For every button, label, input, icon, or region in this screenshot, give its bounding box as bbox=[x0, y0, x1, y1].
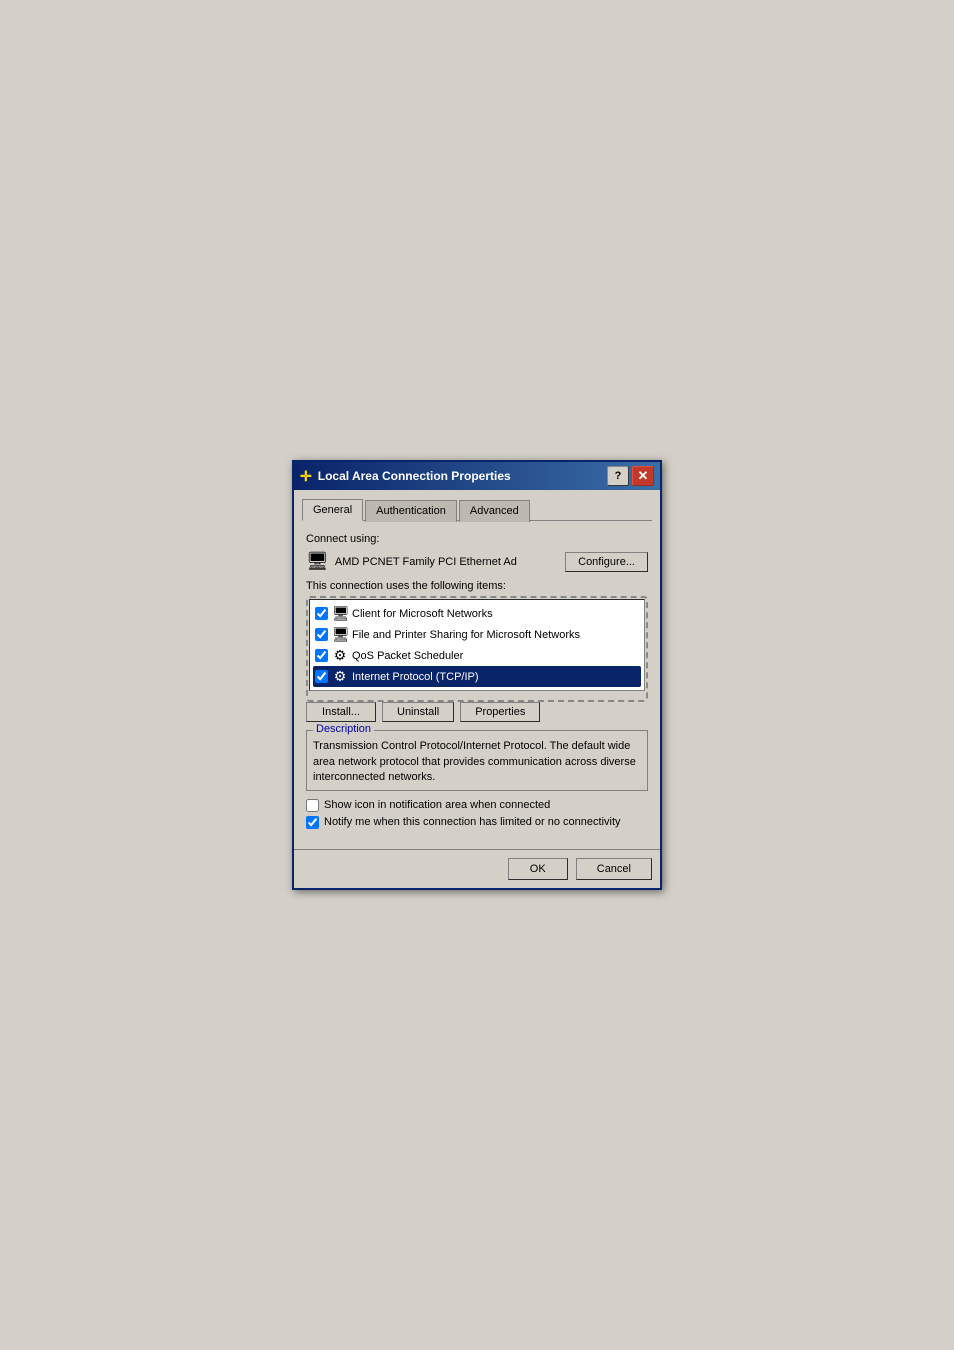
items-list-border: 🖥 Client for Microsoft Networks 🖥 File a… bbox=[306, 596, 648, 702]
item3-label: QoS Packet Scheduler bbox=[352, 650, 463, 662]
local-area-connection-dialog: ✛ Local Area Connection Properties ? ✕ G… bbox=[292, 460, 662, 889]
tcpip-icon: ⚙ bbox=[332, 668, 348, 685]
adapter-name: AMD PCNET Family PCI Ethernet Ad bbox=[335, 556, 559, 568]
network-connection-icon: ✛ bbox=[300, 468, 312, 485]
notify-row: Notify me when this connection has limit… bbox=[306, 816, 648, 829]
dialog-footer: OK Cancel bbox=[294, 849, 660, 888]
action-buttons: Install... Uninstall Properties bbox=[306, 702, 648, 722]
description-legend: Description bbox=[313, 723, 374, 735]
item4-label: Internet Protocol (TCP/IP) bbox=[352, 671, 479, 683]
tab-advanced[interactable]: Advanced bbox=[459, 500, 530, 522]
item2-checkbox[interactable] bbox=[315, 628, 328, 641]
item3-checkbox[interactable] bbox=[315, 649, 328, 662]
list-item[interactable]: 🖥 Client for Microsoft Networks bbox=[313, 603, 641, 624]
item1-label: Client for Microsoft Networks bbox=[352, 608, 493, 620]
tabs-bar: General Authentication Advanced bbox=[302, 498, 652, 521]
network-client-icon: 🖥 bbox=[332, 605, 348, 622]
item2-label: File and Printer Sharing for Microsoft N… bbox=[352, 629, 580, 641]
list-item[interactable]: 🖥 File and Printer Sharing for Microsoft… bbox=[313, 624, 641, 645]
qos-icon: ⚙ bbox=[332, 647, 348, 664]
install-button[interactable]: Install... bbox=[306, 702, 376, 722]
uninstall-button[interactable]: Uninstall bbox=[382, 702, 454, 722]
connect-using-label: Connect using: bbox=[306, 533, 648, 545]
help-button[interactable]: ? bbox=[607, 466, 629, 486]
title-bar-left: ✛ Local Area Connection Properties bbox=[300, 468, 511, 485]
items-list: 🖥 Client for Microsoft Networks 🖥 File a… bbox=[309, 599, 645, 691]
list-item-selected[interactable]: ⚙ Internet Protocol (TCP/IP) bbox=[313, 666, 641, 687]
file-sharing-icon: 🖥 bbox=[332, 626, 348, 643]
notify-checkbox[interactable] bbox=[306, 816, 319, 829]
configure-button[interactable]: Configure... bbox=[565, 552, 648, 572]
dialog-body: General Authentication Advanced Connect … bbox=[294, 490, 660, 848]
title-bar: ✛ Local Area Connection Properties ? ✕ bbox=[294, 462, 660, 490]
notify-label: Notify me when this connection has limit… bbox=[324, 816, 621, 828]
show-icon-label: Show icon in notification area when conn… bbox=[324, 799, 550, 811]
description-text: Transmission Control Protocol/Internet P… bbox=[313, 739, 641, 785]
ok-button[interactable]: OK bbox=[508, 858, 568, 880]
description-group: Description Transmission Control Protoco… bbox=[306, 730, 648, 790]
title-bar-buttons: ? ✕ bbox=[607, 466, 654, 486]
dialog-title: Local Area Connection Properties bbox=[318, 469, 511, 483]
show-icon-row: Show icon in notification area when conn… bbox=[306, 799, 648, 812]
network-adapter-icon: 🖥 bbox=[306, 551, 329, 572]
items-container: 🖥 Client for Microsoft Networks 🖥 File a… bbox=[306, 596, 648, 702]
list-item[interactable]: ⚙ QoS Packet Scheduler bbox=[313, 645, 641, 666]
close-button[interactable]: ✕ bbox=[632, 466, 654, 486]
item4-checkbox[interactable] bbox=[315, 670, 328, 683]
item1-checkbox[interactable] bbox=[315, 607, 328, 620]
cancel-button[interactable]: Cancel bbox=[576, 858, 652, 880]
adapter-row: 🖥 AMD PCNET Family PCI Ethernet Ad Confi… bbox=[306, 551, 648, 572]
tab-authentication[interactable]: Authentication bbox=[365, 500, 457, 522]
tab-content-general: Connect using: 🖥 AMD PCNET Family PCI Et… bbox=[302, 529, 652, 840]
items-label: This connection uses the following items… bbox=[306, 580, 648, 592]
show-icon-checkbox[interactable] bbox=[306, 799, 319, 812]
properties-button[interactable]: Properties bbox=[460, 702, 540, 722]
tab-general[interactable]: General bbox=[302, 499, 363, 521]
